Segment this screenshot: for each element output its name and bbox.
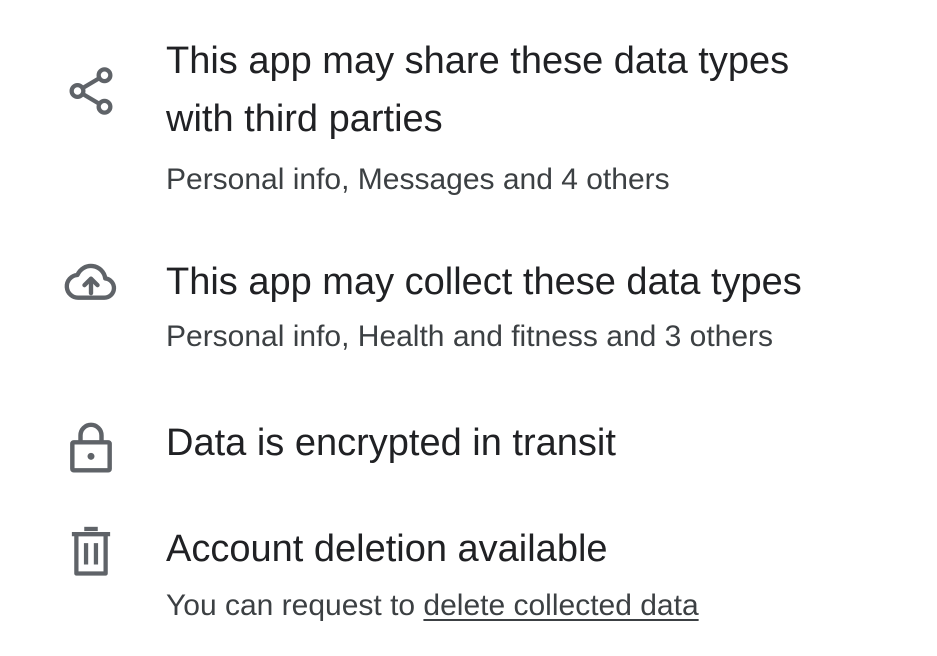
data-collection-text: This app may collect these data types Pe…	[166, 253, 926, 357]
data-sharing-text: This app may share these data types with…	[166, 32, 926, 200]
encryption-title: Data is encrypted in transit	[166, 422, 616, 464]
data-safety-list: This app may share these data types with…	[0, 0, 937, 656]
cloud-upload-icon	[62, 253, 120, 311]
account-deletion-subtitle: You can request to delete collected data	[166, 586, 926, 626]
data-sharing-title-line1: This app may share these data types	[166, 40, 790, 82]
encryption-text: Data is encrypted in transit	[166, 414, 926, 472]
share-icon	[62, 62, 120, 120]
account-deletion-title: Account deletion available	[166, 528, 608, 570]
data-sharing-subtitle: Personal info, Messages and 4 others	[166, 163, 670, 196]
lock-icon	[62, 418, 120, 476]
account-deletion-subtitle-prefix: You can request to	[166, 589, 424, 622]
data-collection-title: This app may collect these data types	[166, 261, 802, 303]
account-deletion-text: Account deletion available You can reque…	[166, 520, 926, 626]
data-sharing-title-line2: with third parties	[166, 98, 443, 140]
delete-collected-data-link[interactable]: delete collected data	[423, 589, 698, 622]
data-collection-subtitle: Personal info, Health and fitness and 3 …	[166, 320, 774, 353]
trash-icon	[62, 522, 120, 580]
